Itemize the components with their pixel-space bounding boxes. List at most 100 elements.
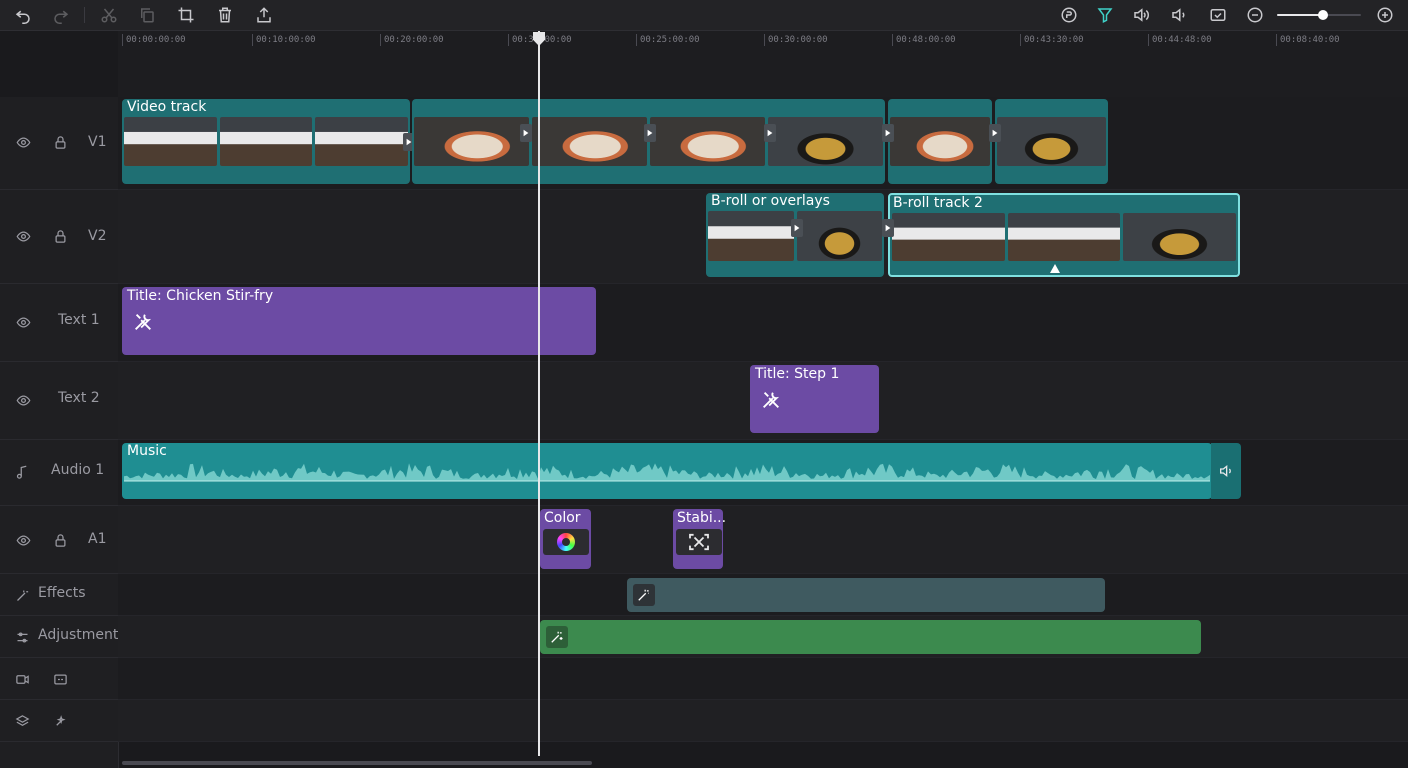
title-clip[interactable]: Title: Chicken Stir-fry bbox=[122, 287, 596, 355]
layers-icon[interactable] bbox=[14, 713, 30, 729]
tools-icon bbox=[135, 314, 152, 330]
thumbnail bbox=[414, 117, 529, 166]
zoom-in-icon[interactable] bbox=[1374, 5, 1396, 25]
clip-title: B-roll track 2 bbox=[893, 195, 983, 211]
horizontal-scrollbar[interactable] bbox=[122, 761, 592, 765]
transition-icon[interactable] bbox=[989, 124, 1001, 142]
lock-icon[interactable] bbox=[52, 532, 68, 548]
thumbnail bbox=[1123, 213, 1237, 261]
split-icon[interactable] bbox=[98, 5, 120, 25]
lock-icon[interactable] bbox=[52, 228, 68, 244]
thumbnail bbox=[892, 213, 1005, 261]
transition-icon[interactable] bbox=[882, 219, 894, 237]
track-header-v2: V2 bbox=[0, 190, 118, 284]
eye-icon[interactable] bbox=[15, 134, 31, 150]
stabilize-icon bbox=[676, 529, 722, 555]
eye-icon[interactable] bbox=[15, 314, 31, 330]
effects-bar[interactable] bbox=[627, 578, 1105, 612]
thumbnail bbox=[1007, 213, 1121, 261]
magic-wand-icon bbox=[14, 587, 30, 603]
time-ruler[interactable]: 00:00:00:00 00:10:00:00 00:20:00:00 00:3… bbox=[118, 31, 1408, 97]
audio-waveform bbox=[124, 463, 1210, 482]
volume-icon[interactable] bbox=[1168, 5, 1190, 25]
eye-icon[interactable] bbox=[15, 228, 31, 244]
track-header-extra1 bbox=[0, 658, 118, 700]
caption-icon[interactable] bbox=[52, 671, 68, 687]
thumbnail bbox=[708, 211, 794, 261]
music-clip[interactable]: Music bbox=[122, 443, 1212, 499]
track-headers: V1 V2 Text 1 Text 2 Audio 1 A1 Effects A… bbox=[0, 97, 119, 768]
clip-title: Music bbox=[127, 443, 167, 459]
magic-wand-icon bbox=[633, 584, 655, 606]
music-note-icon bbox=[14, 464, 30, 480]
clip-thumbnails bbox=[890, 117, 990, 166]
sparkle-icon[interactable] bbox=[52, 713, 68, 729]
clip-title: Video track bbox=[127, 99, 207, 115]
zoom-slider[interactable] bbox=[1277, 10, 1361, 20]
transition-icon[interactable] bbox=[882, 124, 894, 142]
toolbar-divider bbox=[84, 7, 85, 23]
ruler-timecode: 00:00:00:00 bbox=[122, 34, 186, 46]
color-wheel-icon bbox=[543, 529, 589, 555]
track-header-adjustment: Adjustment bbox=[0, 616, 118, 658]
crop-icon[interactable] bbox=[175, 5, 197, 25]
video-clip[interactable]: Video track bbox=[122, 99, 410, 184]
export-icon[interactable] bbox=[253, 5, 275, 25]
ruler-timecode: 00:44:48:00 bbox=[1148, 34, 1212, 46]
video-clip[interactable] bbox=[888, 99, 992, 184]
undo-icon[interactable] bbox=[12, 5, 34, 25]
transition-icon[interactable] bbox=[644, 124, 656, 142]
clip-title: Color bbox=[544, 510, 581, 526]
clip-title: B-roll or overlays bbox=[711, 193, 830, 209]
eye-icon[interactable] bbox=[15, 532, 31, 548]
redo-icon[interactable] bbox=[50, 5, 72, 25]
track-header-a1: A1 bbox=[0, 506, 118, 574]
ruler-timecode: 00:30:00:00 bbox=[764, 34, 828, 46]
transition-icon[interactable] bbox=[764, 124, 776, 142]
stabilize-effect-clip[interactable]: Stabi... bbox=[673, 509, 726, 569]
thumbnail bbox=[650, 117, 765, 166]
lock-icon[interactable] bbox=[52, 134, 68, 150]
broll-clip-selected[interactable]: B-roll track 2 bbox=[888, 193, 1240, 277]
copy-icon[interactable] bbox=[136, 5, 158, 25]
track-label: Adjustment bbox=[38, 627, 119, 643]
playhead[interactable] bbox=[538, 31, 540, 756]
ruler-timecode: 00:43:30:00 bbox=[1020, 34, 1084, 46]
ruler-timecode: 00:25:00:00 bbox=[636, 34, 700, 46]
transition-icon[interactable] bbox=[520, 124, 532, 142]
title-clip[interactable]: Title: Step 1 bbox=[750, 365, 879, 433]
eye-icon[interactable] bbox=[15, 392, 31, 408]
track-header-effects: Effects bbox=[0, 574, 118, 616]
thumbnail bbox=[768, 117, 883, 166]
fit-icon[interactable] bbox=[1207, 5, 1229, 25]
track-label: Text 2 bbox=[58, 390, 100, 406]
clip-thumbnails bbox=[892, 213, 1237, 261]
ruler-timecode: 00:08:40:00 bbox=[1276, 34, 1340, 46]
transition-icon[interactable] bbox=[791, 219, 803, 237]
lane-a1 bbox=[118, 506, 1408, 574]
video-clip[interactable] bbox=[995, 99, 1108, 184]
zoom-out-icon[interactable] bbox=[1244, 5, 1266, 25]
adjustment-bar[interactable] bbox=[540, 620, 1201, 654]
keyframe-marker-icon[interactable] bbox=[1050, 264, 1060, 273]
camera-icon[interactable] bbox=[14, 671, 30, 687]
speaker-icon[interactable] bbox=[1130, 5, 1152, 25]
track-header-text2: Text 2 bbox=[0, 362, 118, 440]
timeline-tracks: Video track B-roll or overlays B-roll tr… bbox=[118, 97, 1408, 768]
filter-icon[interactable] bbox=[1094, 5, 1116, 25]
audio-volume-handle[interactable] bbox=[1211, 443, 1241, 499]
track-label: Effects bbox=[38, 585, 86, 601]
thumbnail bbox=[997, 117, 1106, 166]
ai-icon[interactable] bbox=[1058, 5, 1080, 25]
track-label: A1 bbox=[88, 531, 107, 547]
delete-icon[interactable] bbox=[214, 5, 236, 25]
track-header-audio1: Audio 1 bbox=[0, 440, 118, 506]
clip-thumbnails bbox=[997, 117, 1106, 166]
ruler-timecode: 00:20:00:00 bbox=[380, 34, 444, 46]
zoom-slider-handle[interactable] bbox=[1318, 10, 1329, 20]
ruler-timecode: 00:10:00:00 bbox=[252, 34, 316, 46]
color-effect-clip[interactable]: Color bbox=[540, 509, 591, 569]
clip-title: Title: Chicken Stir-fry bbox=[127, 288, 274, 304]
track-header-text1: Text 1 bbox=[0, 284, 118, 362]
tools-icon bbox=[763, 392, 780, 408]
